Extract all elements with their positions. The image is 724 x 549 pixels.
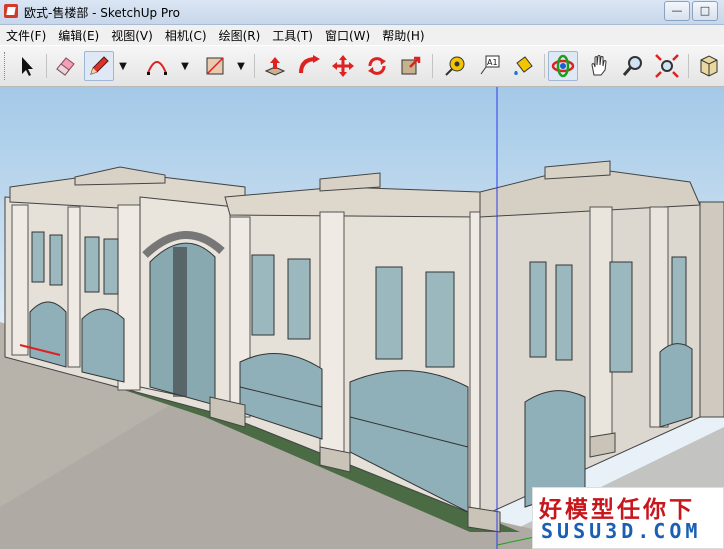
menu-file[interactable]: 文件(F) [0,27,52,44]
push-pull-icon[interactable] [260,51,290,81]
sketchup-logo-icon [4,4,18,18]
watermark-en: SUSU3D.COM [541,519,702,543]
toolbar-grip[interactable] [4,52,8,80]
pan-icon[interactable] [584,51,614,81]
scale-icon[interactable] [396,51,426,81]
tape-measure-icon[interactable] [440,51,470,81]
component-icon[interactable] [694,51,724,81]
svg-text:A1: A1 [487,58,498,67]
model-viewport[interactable]: 好模型任你下 SUSU3D.COM [0,87,724,549]
arc-icon[interactable] [142,51,172,81]
watermark: 好模型任你下 SUSU3D.COM [532,487,724,549]
menu-draw[interactable]: 绘图(R) [213,27,267,44]
rectangle-icon[interactable] [200,51,230,81]
select-icon[interactable] [12,51,42,81]
menu-tools[interactable]: 工具(T) [266,27,319,44]
pencil-dropdown[interactable]: ▼ [116,51,130,81]
paint-bucket-icon[interactable] [508,51,538,81]
rectangle-dropdown[interactable]: ▼ [234,51,248,81]
menu-edit[interactable]: 编辑(E) [52,27,105,44]
menu-help[interactable]: 帮助(H) [376,27,430,44]
menu-window[interactable]: 窗口(W) [319,27,376,44]
rotate-icon[interactable] [362,51,392,81]
menu-view[interactable]: 视图(V) [105,27,159,44]
zoom-extents-icon[interactable] [652,51,682,81]
zoom-icon[interactable] [618,51,648,81]
menu-bar: 文件(F) 编辑(E) 视图(V) 相机(C) 绘图(R) 工具(T) 窗口(W… [0,25,724,45]
eraser-icon[interactable] [50,51,80,81]
menu-camera[interactable]: 相机(C) [159,27,213,44]
pencil-icon[interactable] [84,51,114,81]
text-icon[interactable]: A1 [474,51,504,81]
window-title: 欧式-售楼部 - SketchUp Pro [24,6,180,20]
main-toolbar: ▼ ▼ ▼ A1 [0,46,724,87]
building-model [0,87,724,549]
follow-me-icon[interactable] [294,51,324,81]
maximize-button[interactable]: □ [692,1,718,21]
title-bar: 欧式-售楼部 - SketchUp Pro — □ [0,0,724,25]
arc-dropdown[interactable]: ▼ [178,51,192,81]
minimize-button[interactable]: — [664,1,690,21]
orbit-icon[interactable] [548,51,578,81]
move-icon[interactable] [328,51,358,81]
